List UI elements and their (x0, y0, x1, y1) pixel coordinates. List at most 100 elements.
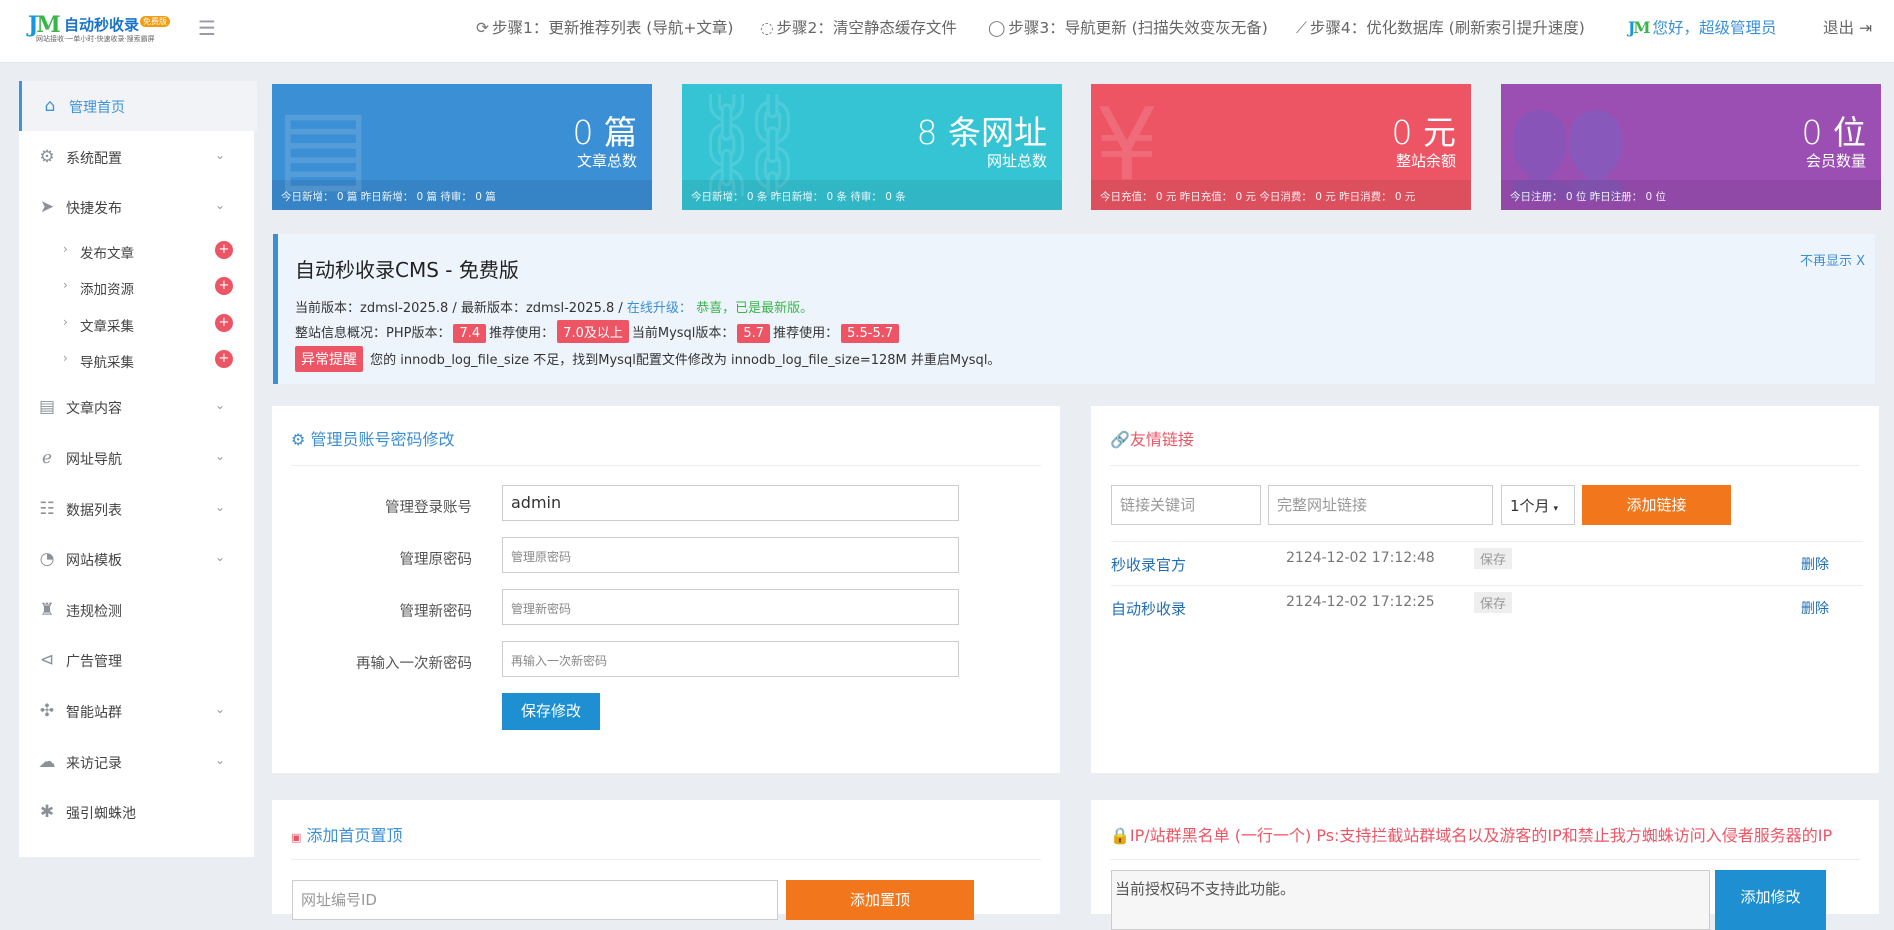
sidebar-item-article-content[interactable]: ▤ 文章内容 ⌄ (19, 382, 254, 432)
step-3-link[interactable]: ◯ 步骤3：导航更新 (扫描失效变灰无备) (988, 16, 1268, 38)
table-row: 秒收录官方 2124-12-02 17:12:48 保存 删除 (1111, 541, 1863, 586)
site-logo[interactable]: JM 自动秒收录 免费版 网站接收·一单小时·快速收录·搜索霸屏 (28, 12, 170, 43)
account-input[interactable]: admin (502, 485, 959, 521)
sidebar-item-quick-publish[interactable]: ➤ 快捷发布 ⌄ (19, 182, 254, 232)
alert-line: 异常提醒 您的 innodb_log_file_size 不足，找到Mysql配… (295, 346, 1000, 372)
stat-label: 会员数量 (1805, 152, 1866, 170)
line-chart-icon: ⟋ (1296, 19, 1307, 37)
menu-toggle-icon[interactable]: ☰ (198, 16, 216, 40)
logo-badge: 免费版 (140, 16, 170, 27)
gears-icon: ⚙ (291, 430, 306, 449)
logout-icon: ⇥ (1858, 19, 1872, 37)
version-line: 当前版本：zdmsl-2025.8 / 最新版本：zdmsl-2025.8 / … (295, 301, 814, 316)
pin-id-input[interactable]: 网址编号ID (292, 880, 778, 920)
shield-user-icon: ♜ (39, 600, 55, 620)
logo-name: 自动秒收录 (64, 16, 140, 34)
pin-badge-icon: ▣ (291, 831, 302, 844)
sidebar-item-visit-log[interactable]: ☁ 来访记录 ⌄ (19, 737, 254, 787)
user-greeting[interactable]: JM 您好，超级管理员 (1628, 16, 1777, 38)
link-name[interactable]: 自动秒收录 (1111, 598, 1186, 619)
sidebar-subitem-add-resource[interactable]: › 添加资源 + (19, 271, 254, 301)
link-keyword-input[interactable]: 链接关键词 (1111, 485, 1261, 525)
sidebar-item-system-config[interactable]: ⚙ 系统配置 ⌄ (19, 132, 254, 182)
blacklist-textarea[interactable]: 当前授权码不支持此功能。 (1111, 870, 1710, 930)
confirm-password-input[interactable]: 再输入一次新密码 (502, 641, 959, 677)
plus-icon[interactable]: + (215, 277, 233, 295)
ip-blacklist-panel: 🔒IP/站群黑名单 (一行一个) Ps:支持拦截站群域名以及游客的IP和禁止我方… (1091, 800, 1879, 930)
delete-link-button[interactable]: 删除 (1801, 598, 1829, 618)
share-icon: ⊲ (39, 650, 55, 670)
chevron-down-icon: ⌄ (215, 398, 226, 412)
link-url-input[interactable]: 完整网址链接 (1268, 485, 1493, 525)
plus-icon[interactable]: + (215, 350, 233, 368)
dashboard-icon: ◔ (39, 549, 55, 569)
submit-blacklist-button[interactable]: 添加修改 (1715, 870, 1826, 930)
notice-title: 自动秒收录CMS - 免费版 (295, 258, 519, 282)
save-changes-button[interactable]: 保存修改 (502, 693, 600, 730)
mysql-recommend-badge: 5.5-5.7 (841, 324, 900, 343)
save-link-button[interactable]: 保存 (1474, 548, 1513, 569)
chevron-down-icon: ⌄ (215, 449, 226, 463)
save-link-button[interactable]: 保存 (1474, 592, 1513, 613)
plus-icon[interactable]: + (215, 241, 233, 259)
step-1-link[interactable]: ⟳ 步骤1：更新推荐列表 (导航+文章) (476, 16, 733, 38)
sidebar-item-spider-pool[interactable]: ✱ 强引蜘蛛池 (19, 787, 254, 837)
chevron-down-icon: ⌄ (215, 198, 226, 212)
chevron-down-icon: ⌄ (215, 550, 226, 564)
online-upgrade-link[interactable]: 在线升级： (627, 301, 692, 316)
chevron-down-icon: ⌄ (215, 702, 226, 716)
chevron-right-icon: › (63, 278, 68, 292)
confirm-password-label: 再输入一次新密码 (356, 656, 472, 672)
link-name[interactable]: 秒收录官方 (1111, 554, 1186, 575)
new-password-label: 管理新密码 (399, 604, 473, 620)
sidebar-item-templates[interactable]: ◔ 网站模板 ⌄ (19, 534, 254, 584)
add-link-button[interactable]: 添加链接 (1582, 485, 1731, 525)
list-icon: ☷ (39, 499, 55, 519)
stat-value: 0 元 (1391, 113, 1457, 152)
old-password-input[interactable]: 管理原密码 (502, 537, 959, 573)
caret-down-icon: ▾ (1553, 504, 1559, 514)
panel-title: ▣ 添加首页置顶 (291, 826, 403, 845)
plus-icon[interactable]: + (215, 314, 233, 332)
sidebar-item-violation-check[interactable]: ♜ 违规检测 (19, 585, 254, 635)
old-password-label: 管理原密码 (399, 552, 473, 568)
add-pin-button[interactable]: 添加置顶 (786, 880, 974, 920)
circle-notch-icon: ◯ (988, 19, 1006, 37)
account-label: 管理登录账号 (385, 500, 472, 516)
logout-button[interactable]: 退出 ⇥ (1823, 16, 1872, 38)
alert-badge: 异常提醒 (295, 346, 363, 372)
sidebar-subitem-publish-article[interactable]: › 发布文章 + (19, 235, 254, 265)
sidebar-item-site-group[interactable]: ✣ 智能站群 ⌄ (19, 686, 254, 736)
panel-title: 🔒IP/站群黑名单 (一行一个) Ps:支持拦截站群域名以及游客的IP和禁止我方… (1110, 826, 1833, 845)
stat-value: 8 条网址 (916, 113, 1048, 152)
step-2-link[interactable]: ◌ 步骤2：清空静态缓存文件 (760, 16, 957, 38)
stat-footer: 今日新增： 0 篇 昨日新增： 0 篇 待审： 0 篇 (281, 191, 496, 203)
panel-title: ⚙ 管理员账号密码修改 (291, 430, 455, 449)
stat-card-balance: ¥ 0 元 整站余额 今日充值： 0 元 昨日充值： 0 元 今日消费： 0 元… (1091, 84, 1471, 210)
dismiss-notice-link[interactable]: 不再显示 X (1800, 250, 1865, 269)
top-header: JM 自动秒收录 免费版 网站接收·一单小时·快速收录·搜索霸屏 ☰ ⟳ 步骤1：… (0, 0, 1894, 63)
link-time: 2124-12-02 17:12:25 (1286, 594, 1435, 610)
new-password-input[interactable]: 管理新密码 (502, 589, 959, 625)
chevron-down-icon: ⌄ (215, 500, 226, 514)
stat-card-urls: ⛓ 8 条网址 网址总数 今日新增： 0 条 昨日新增： 0 条 待审： 0 条 (682, 84, 1062, 210)
step-4-link[interactable]: ⟋ 步骤4：优化数据库 (刷新索引提升速度) (1296, 16, 1585, 38)
sidebar-item-home[interactable]: ⌂ 管理首页 (19, 81, 257, 131)
chevron-right-icon: › (63, 242, 68, 256)
chevron-right-icon: › (63, 315, 68, 329)
cloud-chart-icon: ☁ (38, 752, 56, 772)
chevron-down-icon: ⌄ (215, 753, 226, 767)
user-logo-icon: JM (1628, 18, 1651, 37)
browser-e-icon: ℯ (41, 448, 53, 468)
delete-link-button[interactable]: 删除 (1801, 554, 1829, 574)
chevron-down-icon: ⌄ (215, 148, 226, 162)
stat-footer: 今日注册： 0 位 昨日注册： 0 位 (1510, 191, 1667, 203)
duration-select[interactable]: 1个月 ▾ (1501, 485, 1575, 525)
sidebar-item-url-nav[interactable]: ℯ 网址导航 ⌄ (19, 433, 254, 483)
stat-label: 文章总数 (576, 152, 637, 170)
refresh-icon: ⟳ (476, 19, 489, 37)
sidebar-item-ads[interactable]: ⊲ 广告管理 (19, 635, 254, 685)
sidebar-subitem-article-collect[interactable]: › 文章采集 + (19, 308, 254, 338)
sidebar-subitem-nav-collect[interactable]: › 导航采集 + (19, 344, 254, 374)
sidebar-item-data-list[interactable]: ☷ 数据列表 ⌄ (19, 484, 254, 534)
